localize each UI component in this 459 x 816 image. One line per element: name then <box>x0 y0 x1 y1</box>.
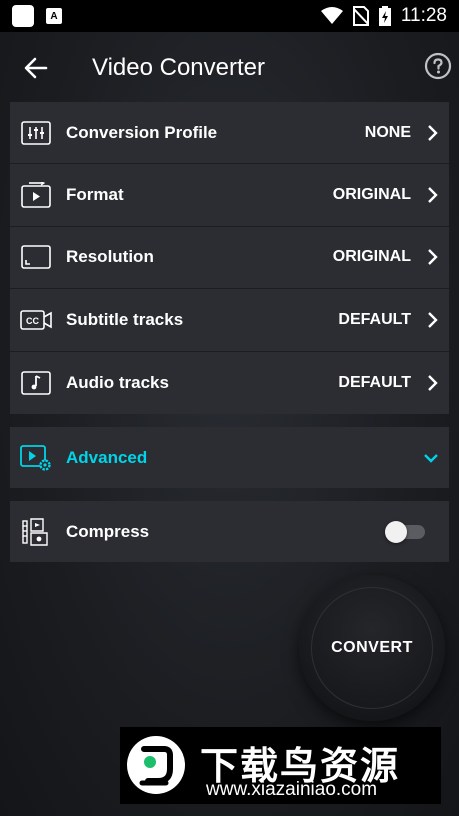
cc-subtitle-icon: CC <box>20 310 52 330</box>
setting-label: Conversion Profile <box>66 122 218 142</box>
setting-row-resolution[interactable]: Resolution ORIGINAL <box>10 227 449 290</box>
bird-logo-icon <box>127 736 185 794</box>
clock-time: 11:28 <box>400 5 447 26</box>
convert-button[interactable]: CONVERT <box>311 587 433 709</box>
setting-label: Resolution <box>66 247 154 267</box>
setting-value: ORIGINAL <box>332 186 411 204</box>
setting-label: Subtitle tracks <box>66 309 184 329</box>
setting-row-subtitle-tracks[interactable]: CC Subtitle tracks DEFAULT <box>10 289 449 352</box>
convert-button-ring: CONVERT <box>299 575 445 721</box>
compress-label: Compress <box>66 521 150 541</box>
compress-icon <box>22 517 48 546</box>
app-bar: Video Converter <box>0 32 459 102</box>
format-play-icon <box>21 182 51 208</box>
chevron-right-icon <box>428 312 438 328</box>
setting-row-format[interactable]: Format ORIGINAL <box>10 164 449 227</box>
setting-label: Format <box>66 185 124 205</box>
svg-text:CC: CC <box>26 316 39 326</box>
status-bar: A 11:28 <box>0 0 459 32</box>
watermark-url: www.xiazainiao.com <box>206 779 378 800</box>
page-title: Video Converter <box>92 54 265 81</box>
setting-label: Audio tracks <box>66 372 169 392</box>
watermark-banner: 下载鸟资源 www.xiazainiao.com <box>120 727 441 804</box>
compress-toggle[interactable] <box>385 521 425 543</box>
video-settings-icon <box>20 444 51 471</box>
arrow-left-icon[interactable] <box>22 54 50 82</box>
advanced-label: Advanced <box>66 447 148 467</box>
audio-note-icon <box>21 370 51 395</box>
help-circle-icon[interactable] <box>424 52 452 80</box>
chevron-right-icon <box>428 249 438 266</box>
compress-row: Compress <box>10 501 449 562</box>
no-sim-icon <box>352 6 369 26</box>
setting-value: ORIGINAL <box>332 248 411 266</box>
setting-value: NONE <box>364 123 411 141</box>
equalizer-icon <box>21 120 51 145</box>
setting-row-conversion-profile[interactable]: Conversion Profile NONE <box>10 102 449 165</box>
chevron-right-icon <box>428 374 438 391</box>
setting-row-audio-tracks[interactable]: Audio tracks DEFAULT <box>10 352 449 414</box>
resolution-icon <box>21 245 51 270</box>
setting-value: DEFAULT <box>338 310 411 328</box>
advanced-section-toggle[interactable]: Advanced <box>10 427 449 488</box>
chevron-right-icon <box>428 124 438 141</box>
setting-value: DEFAULT <box>338 373 411 391</box>
settings-card: Conversion Profile NONE Format ORIGINAL … <box>10 102 449 414</box>
app-a-icon: A <box>46 8 62 24</box>
wifi-icon <box>320 7 343 24</box>
app-square-icon <box>12 5 34 27</box>
chevron-right-icon <box>428 187 438 203</box>
battery-charging-icon <box>378 6 391 26</box>
chevron-down-icon <box>424 453 438 463</box>
